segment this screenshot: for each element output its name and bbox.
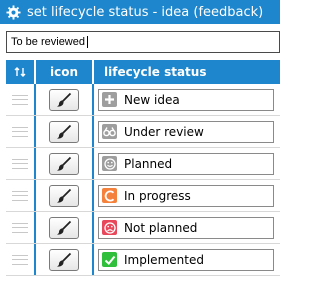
status-field[interactable]: Implemented (98, 248, 274, 271)
status-label: Under review (124, 124, 204, 139)
drag-handle-icon[interactable] (12, 190, 28, 201)
table-row[interactable]: Under review (6, 116, 280, 148)
drag-handle-icon[interactable] (12, 254, 28, 265)
title-bar: set lifecycle status - idea (feedback) (0, 0, 280, 24)
status-field[interactable]: Not planned (98, 216, 274, 239)
status-label: In progress (124, 188, 191, 203)
brush-icon (57, 188, 72, 203)
brush-icon (57, 92, 72, 107)
brush-icon-button[interactable] (49, 120, 79, 143)
text-caret (87, 36, 88, 48)
brush-icon-button[interactable] (49, 184, 79, 207)
drag-handle-icon[interactable] (12, 94, 28, 105)
brush-icon (57, 124, 72, 139)
column-header-icon[interactable]: icon (36, 60, 94, 84)
status-label: Implemented (124, 252, 204, 267)
brush-icon-button[interactable] (49, 216, 79, 239)
column-header-lifecycle-status[interactable]: lifecycle status (94, 60, 280, 84)
plus-icon (102, 92, 117, 107)
smiley-icon (102, 156, 117, 171)
binoculars-icon (102, 124, 117, 139)
brush-icon (57, 252, 72, 267)
table-row[interactable]: Implemented (6, 244, 280, 276)
drag-handle-icon[interactable] (12, 158, 28, 169)
window-title: set lifecycle status - idea (feedback) (27, 4, 264, 20)
gear-icon[interactable] (5, 4, 21, 20)
table-row[interactable]: In progress (6, 180, 280, 212)
status-label: Not planned (124, 220, 198, 235)
drag-handle-icon[interactable] (12, 126, 28, 137)
progress-icon (102, 188, 117, 203)
checkmark-icon (102, 252, 117, 267)
brush-icon-button[interactable] (49, 152, 79, 175)
status-label: Planned (124, 156, 173, 171)
sort-arrows-icon[interactable] (6, 60, 36, 84)
status-field[interactable]: New idea (98, 88, 274, 111)
table-row[interactable]: Not planned (6, 212, 280, 244)
status-field[interactable]: Under review (98, 120, 274, 143)
sad-face-icon (102, 220, 117, 235)
brush-icon (57, 220, 72, 235)
drag-handle-icon[interactable] (12, 222, 28, 233)
status-label: New idea (124, 92, 180, 107)
brush-icon (57, 156, 72, 171)
table-row[interactable]: New idea (6, 84, 280, 116)
input-value: To be reviewed (11, 36, 85, 48)
grid-header: icon lifecycle status (6, 60, 280, 84)
status-grid: New idea Under review Planned In progres… (6, 84, 280, 276)
status-name-input[interactable]: To be reviewed (6, 31, 280, 53)
brush-icon-button[interactable] (49, 88, 79, 111)
status-field[interactable]: Planned (98, 152, 274, 175)
status-field[interactable]: In progress (98, 184, 274, 207)
brush-icon-button[interactable] (49, 248, 79, 271)
table-row[interactable]: Planned (6, 148, 280, 180)
